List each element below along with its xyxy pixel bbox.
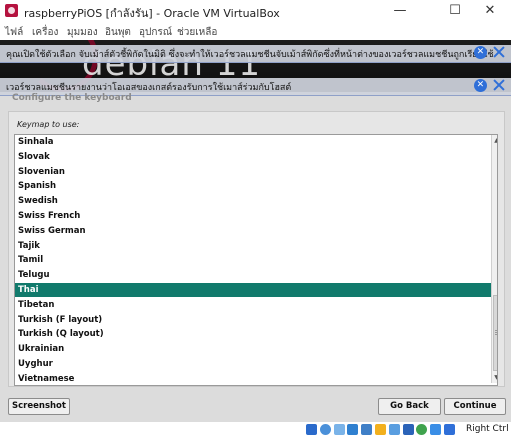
menu-file[interactable]: ไฟล์ (5, 25, 23, 40)
keymap-item[interactable]: Slovenian (15, 165, 491, 179)
hard-disk-icon[interactable] (306, 424, 317, 435)
keyboard-icon[interactable] (444, 424, 455, 435)
menu-bar: ไฟล์ เครื่อง มุมมอง อินพุต อุปกรณ์ ช่วยเ… (0, 22, 511, 40)
network-icon[interactable] (347, 424, 359, 435)
keymap-item[interactable]: Swedish (15, 194, 491, 208)
recording-icon[interactable] (402, 424, 414, 435)
keymap-item[interactable]: Turkish (F layout) (15, 313, 491, 327)
keymap-item[interactable]: Thai (15, 283, 491, 297)
menu-machine[interactable]: เครื่อง (32, 25, 58, 40)
menu-devices[interactable]: อุปกรณ์ (139, 25, 172, 40)
keymap-item[interactable]: Swiss French (15, 209, 491, 223)
virtualbox-app-icon (5, 4, 18, 17)
continue-button[interactable]: Continue (444, 398, 506, 415)
keymap-item[interactable]: Sinhala (15, 135, 491, 149)
keymap-item[interactable]: Ukrainian (15, 342, 491, 356)
status-bar: Right Ctrl (0, 422, 511, 437)
keymap-label: Keymap to use: (17, 120, 80, 129)
notification-text: คุณเปิดใช้ตัวเลือก จับเม้าส์ตัวชี้พิกัดใ… (6, 50, 494, 60)
keymap-item[interactable]: Uyghur (15, 357, 491, 371)
keymap-listbox[interactable]: Sinhala Slovak Slovenian Spanish Swedish Swis… (14, 134, 498, 386)
menu-view[interactable]: มุมมอง (67, 25, 98, 40)
window-title: raspberryPiOS [กำลังรัน] - Oracle VM Vir… (24, 7, 280, 20)
screenshot-button[interactable]: Screenshot (8, 398, 70, 415)
dismiss-forever-icon[interactable] (493, 79, 505, 91)
keymap-item[interactable]: Turkish (Q layout) (15, 327, 491, 341)
close-button[interactable]: ✕ (468, 1, 511, 21)
keymap-item[interactable]: Swiss German (15, 224, 491, 238)
mouse-integration-icon[interactable] (430, 424, 442, 435)
installer-panel: Keymap to use: Sinhala Slovak Slovenian Spa… (8, 111, 505, 387)
go-back-button[interactable]: Go Back (378, 398, 441, 415)
display-icon[interactable] (388, 424, 400, 435)
audio-icon[interactable] (333, 424, 345, 435)
keymap-item[interactable]: Vietnamese (15, 372, 491, 385)
optical-drive-icon[interactable] (319, 424, 331, 435)
vm-screen[interactable]: debian 11 คุณเปิดใช้ตัวเลือก จับเม้าส์ตั… (0, 40, 511, 422)
menu-help[interactable]: ช่วยเหลือ (177, 25, 217, 40)
page-title: Configure the keyboard (12, 93, 132, 103)
minimize-button[interactable]: — (378, 1, 422, 21)
keymap-item[interactable]: Telugu (15, 268, 491, 282)
notification-text: เวอร์ชวลแมชชีนรายงานว่าโอเอสของเกสต์รองร… (6, 83, 292, 93)
mouse-capture-notification: คุณเปิดใช้ตัวเลือก จับเม้าส์ตัวชี้พิกัดใ… (0, 45, 511, 63)
scrollbar-thumb[interactable] (493, 295, 497, 371)
scroll-down-icon[interactable]: ▼ (492, 373, 497, 382)
usb-icon[interactable] (361, 424, 373, 435)
keymap-item[interactable]: Slovak (15, 150, 491, 164)
host-key-label: Right Ctrl (466, 424, 509, 434)
menu-input[interactable]: อินพุต (105, 25, 131, 40)
info-close-icon[interactable]: ✕ (473, 46, 487, 59)
info-close-icon[interactable]: ✕ (473, 79, 487, 92)
listbox-scrollbar[interactable]: ▲ ▼ (491, 135, 497, 383)
keymap-item[interactable]: Spanish (15, 179, 491, 193)
keymap-item[interactable]: Tibetan (15, 298, 491, 312)
cpu-icon[interactable] (416, 424, 428, 435)
keymap-item[interactable]: Tajik (15, 239, 491, 253)
dismiss-forever-icon[interactable] (493, 46, 505, 58)
keymap-item[interactable]: Tamil (15, 253, 491, 267)
window-titlebar: raspberryPiOS [กำลังรัน] - Oracle VM Vir… (0, 0, 511, 22)
shared-folders-icon[interactable] (375, 424, 386, 435)
scroll-up-icon[interactable]: ▲ (492, 136, 497, 145)
